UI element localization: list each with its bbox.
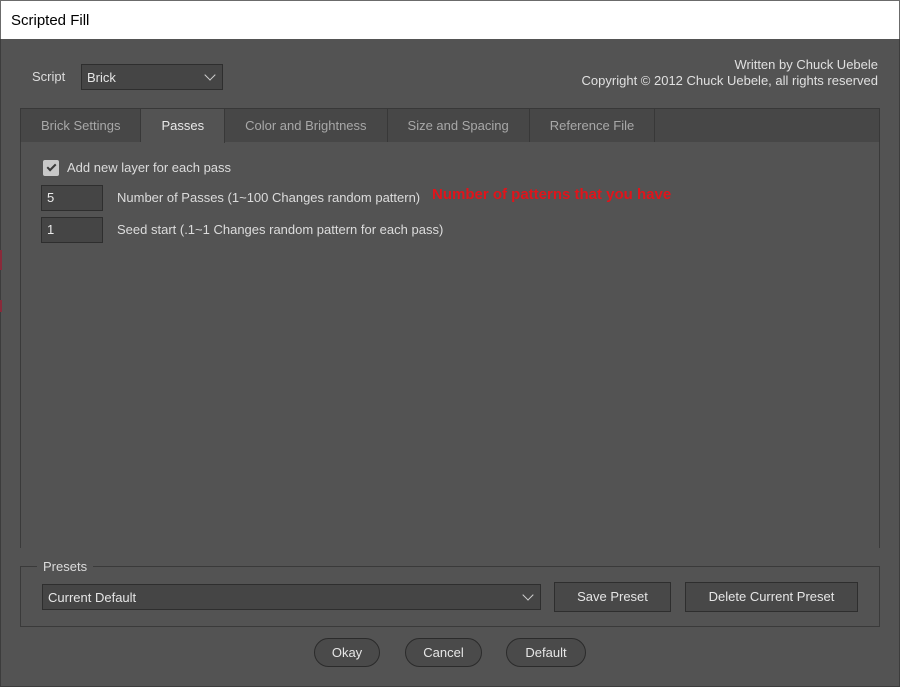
okay-button[interactable]: Okay <box>314 638 380 667</box>
script-dropdown[interactable]: Brick <box>81 64 223 90</box>
tab-size-and-spacing[interactable]: Size and Spacing <box>388 109 530 142</box>
chevron-down-icon <box>522 589 534 601</box>
window-title: Scripted Fill <box>0 0 900 39</box>
chevron-down-icon <box>204 69 216 81</box>
tab-color-and-brightness[interactable]: Color and Brightness <box>225 109 388 142</box>
add-layer-checkbox[interactable] <box>43 160 59 176</box>
tab-reference-file[interactable]: Reference File <box>530 109 656 142</box>
checkmark-icon <box>46 161 56 172</box>
tab-bar: Brick Settings Passes Color and Brightne… <box>20 108 880 143</box>
annotation-text: Number of patterns that you have <box>432 186 672 203</box>
credits-copyright: Copyright © 2012 Chuck Uebele, all right… <box>581 73 878 88</box>
cancel-button[interactable]: Cancel <box>405 638 482 667</box>
num-passes-input[interactable]: 5 <box>41 185 103 211</box>
num-passes-label: Number of Passes (1~100 Changes random p… <box>117 190 421 205</box>
seed-start-label: Seed start (.1~1 Changes random pattern … <box>117 222 444 237</box>
seed-start-input[interactable]: 1 <box>41 217 103 243</box>
credits: Written by Chuck Uebele Copyright © 2012… <box>582 57 878 89</box>
save-preset-button[interactable]: Save Preset <box>554 582 671 612</box>
preset-dropdown-value: Current Default <box>48 589 137 605</box>
script-dropdown-value: Brick <box>87 69 116 85</box>
add-layer-label: Add new layer for each pass <box>67 160 232 175</box>
edge-marker <box>0 250 2 270</box>
tab-brick-settings[interactable]: Brick Settings <box>21 109 142 142</box>
delete-preset-button[interactable]: Delete Current Preset <box>685 582 858 612</box>
tab-passes[interactable]: Passes <box>141 109 226 143</box>
edge-marker <box>0 300 2 312</box>
presets-legend: Presets <box>37 559 94 574</box>
credits-author: Written by Chuck Uebele <box>734 57 878 72</box>
preset-dropdown[interactable]: Current Default <box>42 584 541 610</box>
script-label: Script <box>32 69 66 84</box>
default-button[interactable]: Default <box>506 638 586 667</box>
